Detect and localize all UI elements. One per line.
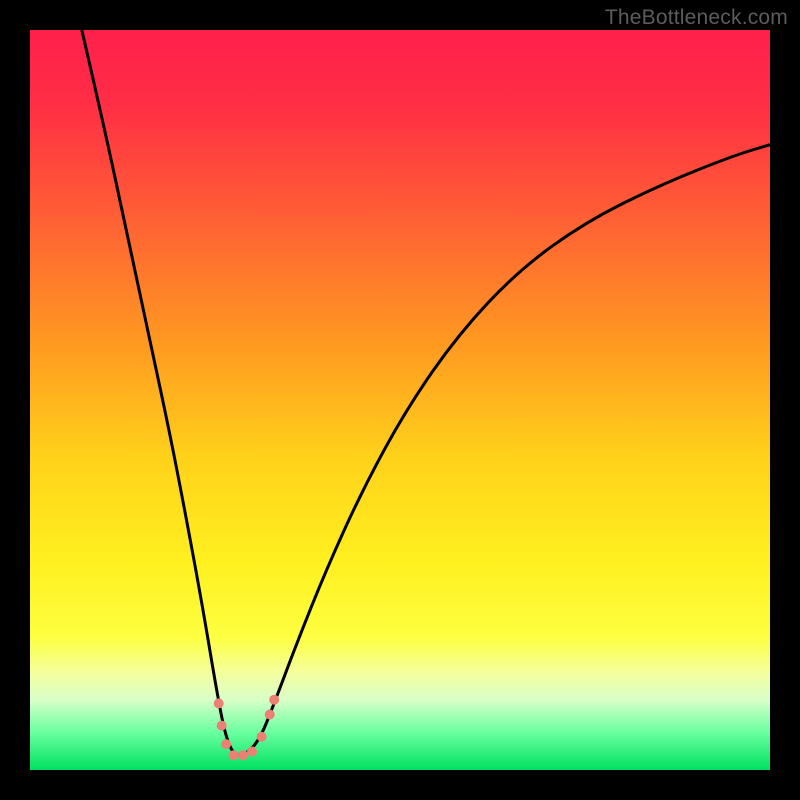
data-marker: [229, 750, 239, 760]
data-marker: [214, 698, 224, 708]
data-marker: [247, 747, 257, 757]
data-marker: [238, 750, 248, 760]
data-marker: [217, 721, 227, 731]
data-marker: [269, 695, 279, 705]
data-marker: [257, 732, 267, 742]
chart-svg: [30, 30, 770, 770]
plot-area: [30, 30, 770, 770]
data-marker: [221, 739, 231, 749]
data-markers: [214, 695, 280, 761]
watermark-text: TheBottleneck.com: [605, 6, 788, 30]
data-marker: [265, 710, 275, 720]
chart-frame: [0, 0, 800, 800]
bottleneck-curve: [82, 30, 770, 755]
